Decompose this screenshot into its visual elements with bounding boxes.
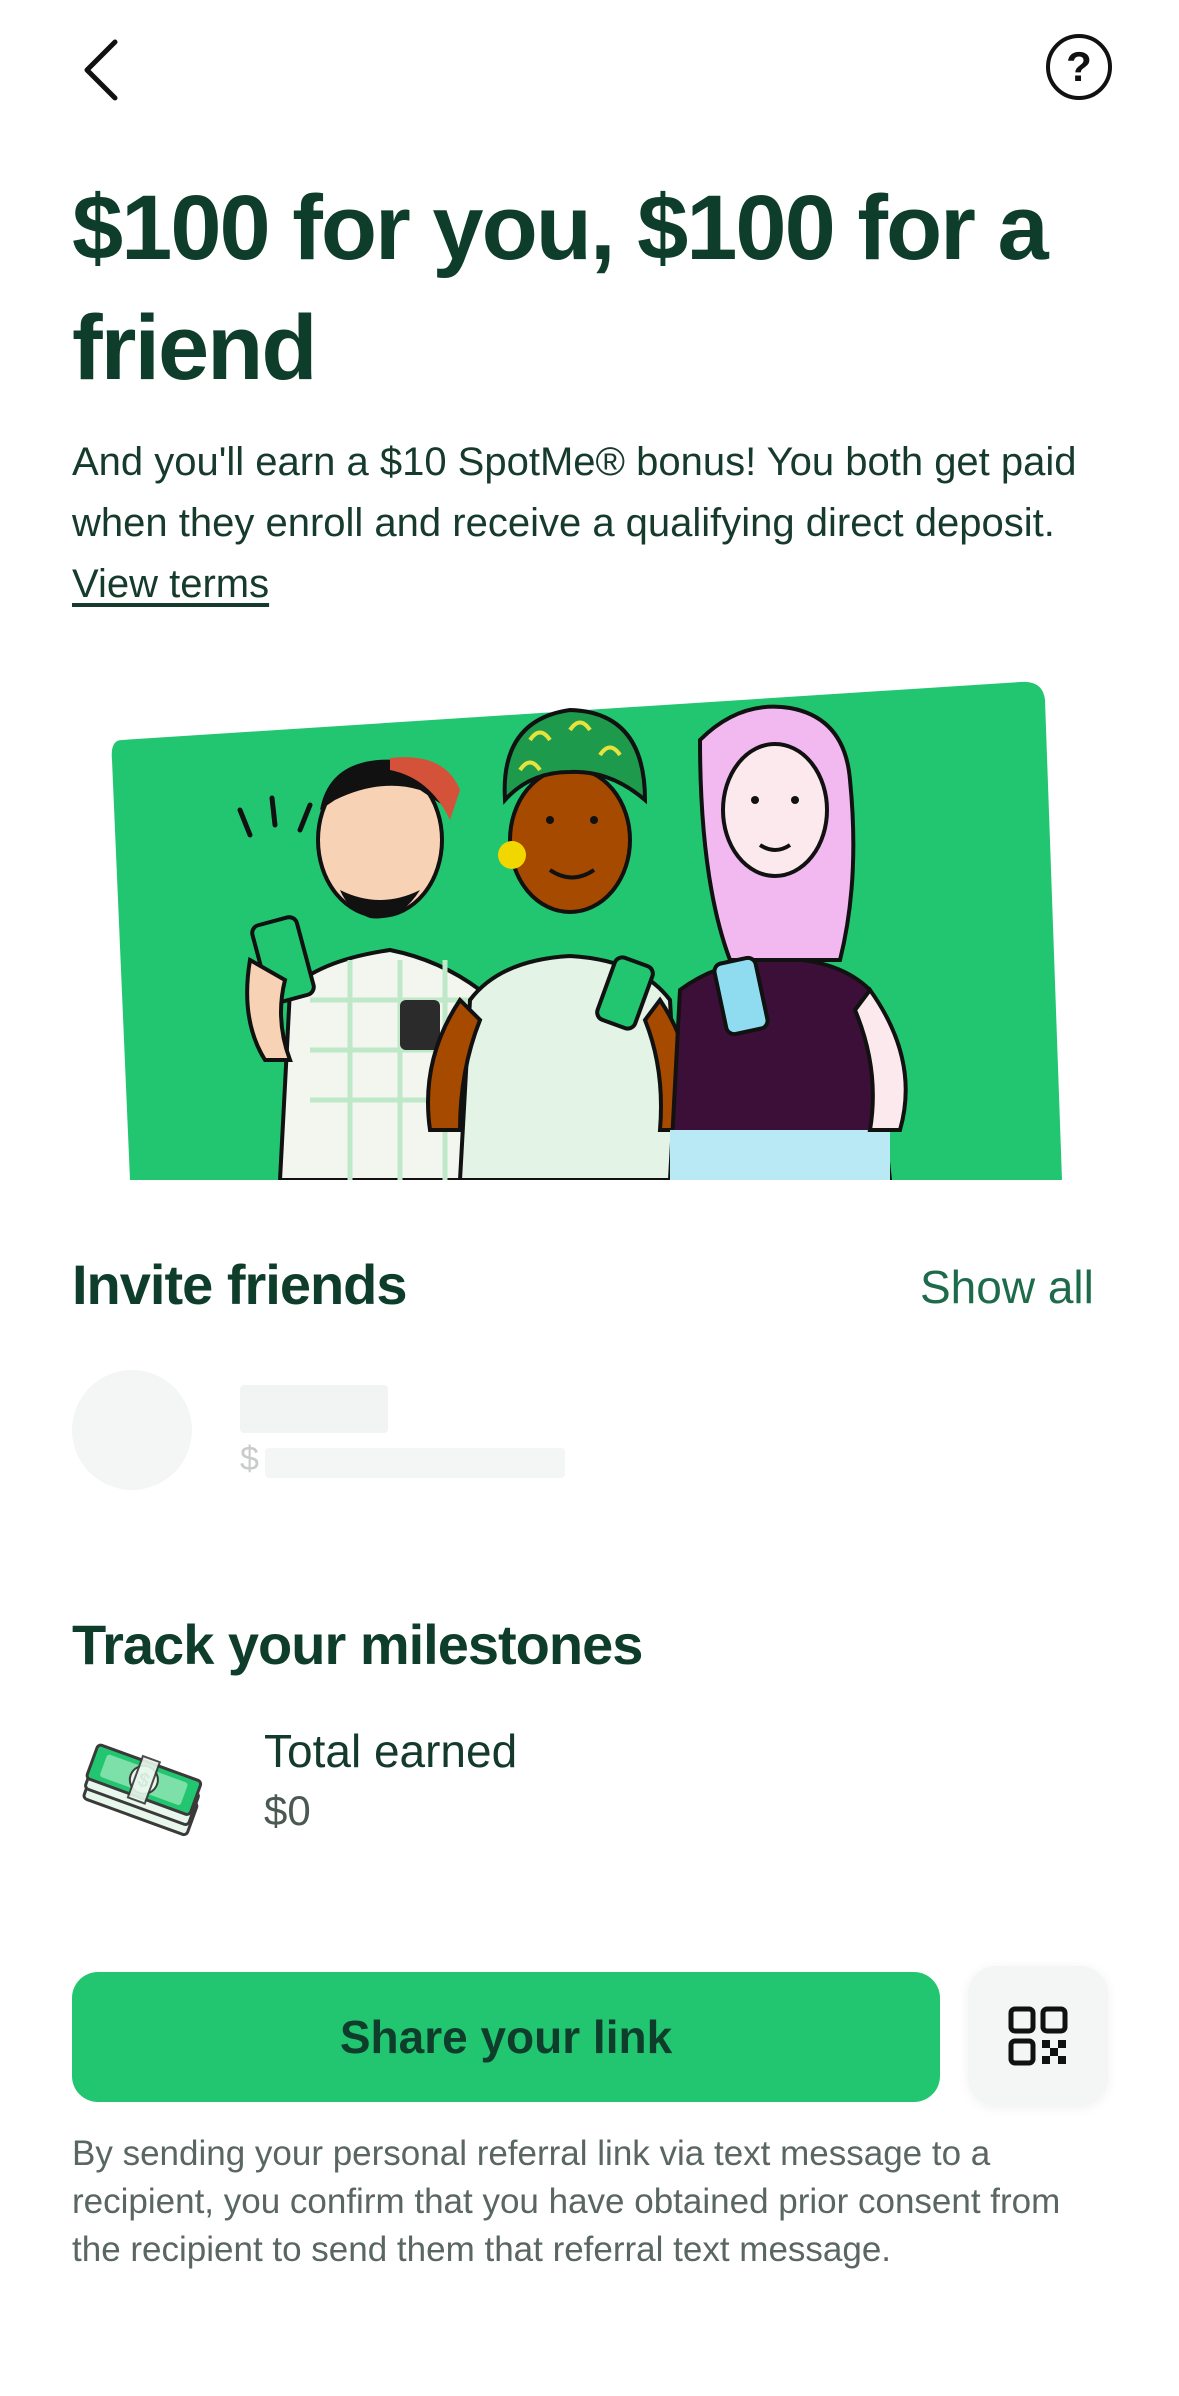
- total-earned-label: Total earned: [264, 1725, 518, 1777]
- hero-subtitle-text: And you'll earn a $10 SpotMe® bonus! You…: [72, 440, 1077, 545]
- friends-illustration: [111, 681, 1062, 1180]
- help-button[interactable]: ?: [1046, 34, 1112, 100]
- total-earned-value: $0: [264, 1787, 311, 1834]
- milestones-heading: Track your milestones: [72, 1613, 643, 1676]
- contact-name-placeholder: [240, 1385, 388, 1433]
- contact-amount-placeholder: [265, 1448, 565, 1478]
- chevron-left-icon: [84, 39, 118, 101]
- hero-subtitle: And you'll earn a $10 SpotMe® bonus! You…: [72, 432, 1112, 615]
- contact-amount-currency: $: [240, 1440, 259, 1478]
- qr-code-button[interactable]: [968, 1966, 1108, 2106]
- back-button[interactable]: [66, 30, 136, 110]
- share-link-button[interactable]: Share your link: [72, 1972, 940, 2102]
- money-stack-icon: $: [82, 1743, 203, 1837]
- show-all-link[interactable]: Show all: [920, 1260, 1094, 1314]
- share-link-label: Share your link: [339, 2011, 673, 2063]
- view-terms-link[interactable]: View terms: [72, 562, 269, 606]
- page-title: $100 for you, $100 for a friend: [72, 177, 1049, 399]
- question-circle-icon: ?: [1066, 43, 1092, 90]
- contact-avatar-placeholder: [72, 1370, 192, 1490]
- qr-code-icon: [1008, 2006, 1068, 2066]
- top-bar: ?: [0, 0, 1179, 140]
- invite-friends-heading: Invite friends: [72, 1253, 408, 1316]
- referral-disclaimer: By sending your personal referral link v…: [72, 2134, 1061, 2269]
